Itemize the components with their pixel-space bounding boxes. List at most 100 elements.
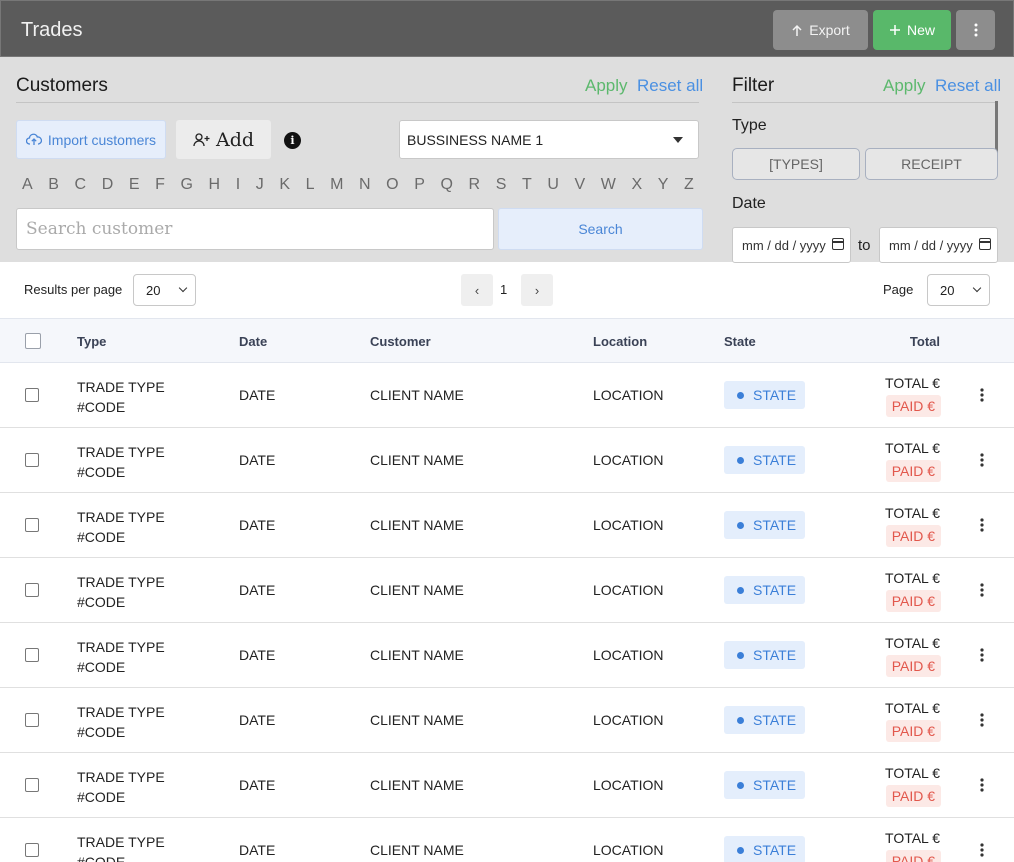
row-actions-button[interactable] [975, 449, 989, 471]
column-header-state[interactable]: State [724, 334, 756, 349]
alphabet-letter[interactable]: F [155, 176, 165, 194]
row-actions-button[interactable] [975, 774, 989, 796]
alphabet-letter[interactable]: B [48, 176, 59, 194]
cloud-upload-icon [25, 133, 42, 145]
row-actions-button[interactable] [975, 644, 989, 666]
import-customers-label: Import customers [47, 131, 157, 148]
row-checkbox[interactable] [25, 778, 39, 792]
alphabet-letter[interactable]: O [386, 176, 398, 194]
trade-type: TRADE TYPE [77, 509, 165, 525]
row-actions-button[interactable] [975, 579, 989, 601]
page-select[interactable]: 20 [927, 274, 990, 306]
row-actions-button[interactable] [975, 709, 989, 731]
alphabet-letter[interactable]: V [574, 176, 585, 194]
column-header-total[interactable]: Total [910, 334, 940, 349]
column-header-type[interactable]: Type [77, 334, 106, 349]
more-vertical-icon [974, 23, 977, 37]
row-checkbox[interactable] [25, 388, 39, 402]
alphabet-letter[interactable]: G [180, 176, 192, 194]
row-checkbox[interactable] [25, 713, 39, 727]
alphabet-letter[interactable]: U [547, 176, 559, 194]
add-customer-button[interactable]: Add [176, 120, 271, 159]
results-per-page-select[interactable]: 20 [133, 274, 196, 306]
alphabet-letter[interactable]: R [469, 176, 481, 194]
alphabet-letter[interactable]: Y [658, 176, 669, 194]
column-header-customer[interactable]: Customer [370, 334, 431, 349]
alphabet-letter[interactable]: L [306, 176, 315, 194]
table-row[interactable]: TRADE TYPE #CODE DATE CLIENT NAME LOCATION ST… [0, 818, 1014, 862]
date-to-label: to [858, 237, 871, 254]
select-all-checkbox[interactable] [25, 333, 41, 349]
search-customer-input[interactable]: Search customer [16, 208, 494, 250]
filter-reset-link[interactable]: Reset all [935, 76, 1001, 96]
alphabet-letter[interactable]: T [522, 176, 532, 194]
export-label: Export [809, 22, 850, 38]
table-row[interactable]: TRADE TYPE #CODE DATE CLIENT NAME LOCATION ST… [0, 623, 1014, 688]
alphabet-letter[interactable]: I [236, 176, 240, 194]
alphabet-letter[interactable]: M [330, 176, 343, 194]
customers-reset-link[interactable]: Reset all [637, 76, 703, 96]
customers-apply-link[interactable]: Apply [585, 76, 628, 96]
table-row[interactable]: TRADE TYPE #CODE DATE CLIENT NAME LOCATION ST… [0, 363, 1014, 428]
new-button[interactable]: New [873, 10, 951, 50]
prev-page-button[interactable]: ‹ [461, 274, 493, 306]
import-customers-button[interactable]: Import customers [16, 120, 166, 159]
search-button[interactable]: Search [498, 208, 703, 250]
alphabet-letter[interactable]: J [256, 176, 264, 194]
row-checkbox[interactable] [25, 648, 39, 662]
column-header-location[interactable]: Location [593, 334, 647, 349]
alphabet-letter[interactable]: Q [440, 176, 452, 194]
chevron-down-icon [178, 283, 188, 293]
alphabet-letter[interactable]: Z [684, 176, 694, 194]
table-row[interactable]: TRADE TYPE #CODE DATE CLIENT NAME LOCATION ST… [0, 428, 1014, 493]
alphabet-letter[interactable]: K [279, 176, 290, 194]
type-option-receipt[interactable]: RECEIPT [865, 148, 998, 180]
alphabet-letter[interactable]: P [414, 176, 425, 194]
row-actions-button[interactable] [975, 384, 989, 406]
table-row[interactable]: TRADE TYPE #CODE DATE CLIENT NAME LOCATION ST… [0, 688, 1014, 753]
next-page-button[interactable]: › [521, 274, 553, 306]
date-from-input[interactable]: mm / dd / yyyy [732, 227, 851, 263]
more-menu-button[interactable] [956, 10, 995, 50]
type-option-types[interactable]: [TYPES] [732, 148, 860, 180]
column-header-date[interactable]: Date [239, 334, 267, 349]
trade-type-cell: TRADE TYPE #CODE [77, 767, 165, 807]
date-cell: DATE [239, 387, 276, 403]
calendar-icon[interactable] [979, 238, 991, 250]
caret-down-icon [673, 137, 683, 143]
alphabet-letter[interactable]: N [359, 176, 371, 194]
trade-type-cell: TRADE TYPE #CODE [77, 572, 165, 612]
row-checkbox[interactable] [25, 583, 39, 597]
alphabet-letter[interactable]: D [102, 176, 114, 194]
alphabet-letter[interactable]: H [209, 176, 221, 194]
row-actions-button[interactable] [975, 839, 989, 861]
total-amount: TOTAL € [885, 375, 940, 391]
filter-apply-link[interactable]: Apply [883, 76, 926, 96]
alphabet-letter[interactable]: W [601, 176, 616, 194]
table-row[interactable]: TRADE TYPE #CODE DATE CLIENT NAME LOCATION ST… [0, 558, 1014, 623]
row-checkbox[interactable] [25, 843, 39, 857]
alphabet-letter[interactable]: S [496, 176, 507, 194]
status-dot-icon [737, 456, 744, 464]
table-row[interactable]: TRADE TYPE #CODE DATE CLIENT NAME LOCATION ST… [0, 753, 1014, 818]
table-row[interactable]: TRADE TYPE #CODE DATE CLIENT NAME LOCATION ST… [0, 493, 1014, 558]
filter-scrollbar[interactable] [995, 101, 998, 153]
alphabet-letter[interactable]: C [75, 176, 87, 194]
business-select[interactable]: BUSSINESS NAME 1 [399, 120, 699, 159]
row-actions-button[interactable] [975, 514, 989, 536]
row-checkbox[interactable] [25, 453, 39, 467]
alphabet-letter[interactable]: E [129, 176, 140, 194]
current-page[interactable]: 1 [500, 282, 507, 297]
arrow-up-icon [792, 24, 802, 36]
alphabet-filter: ABCDEFGHIJKLMNOPQRSTUVWXYZ [16, 176, 700, 194]
alphabet-letter[interactable]: X [631, 176, 642, 194]
info-icon[interactable]: i [284, 132, 301, 149]
date-from-value: mm / dd / yyyy [742, 237, 826, 253]
state-label: STATE [753, 387, 797, 403]
date-to-input[interactable]: mm / dd / yyyy [879, 227, 998, 263]
row-checkbox[interactable] [25, 518, 39, 532]
alphabet-letter[interactable]: A [22, 176, 33, 194]
export-button[interactable]: Export [773, 10, 868, 50]
calendar-icon[interactable] [832, 238, 844, 250]
filter-title: Filter [732, 75, 775, 96]
